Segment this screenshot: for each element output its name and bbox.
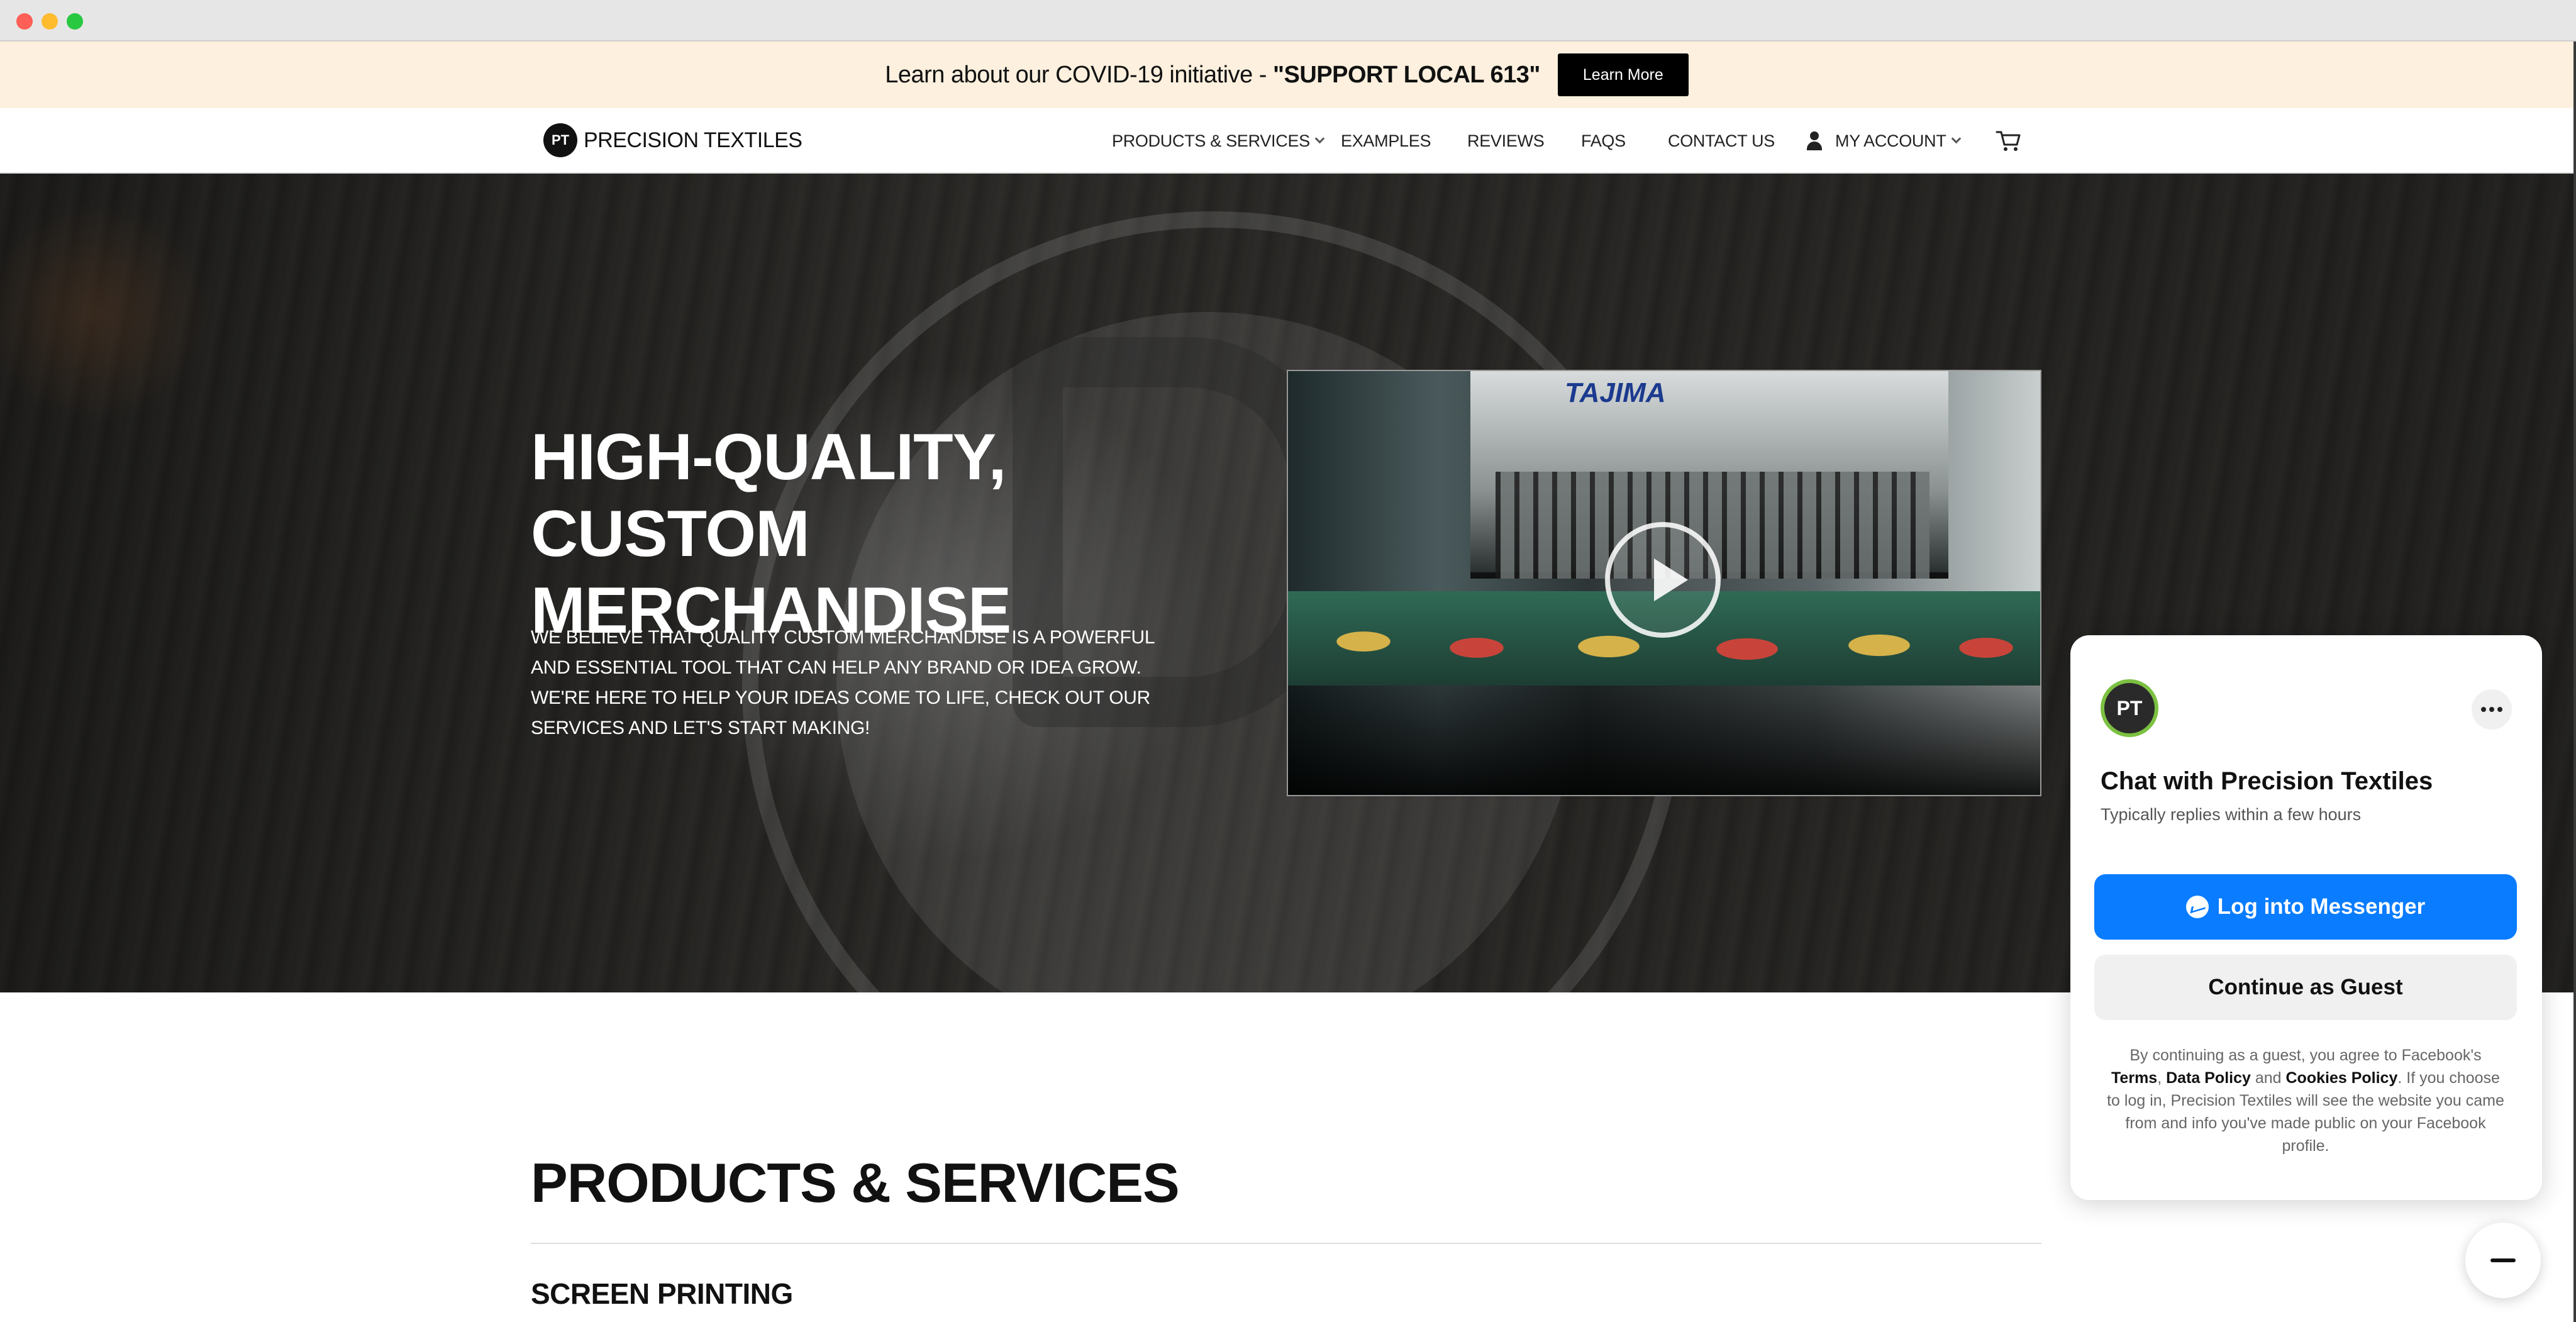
hero-description: WE BELIEVE THAT QUALITY CUSTOM MERCHANDI… bbox=[531, 627, 1155, 738]
cookies-policy-link[interactable]: Cookies Policy bbox=[2286, 1069, 2398, 1087]
more-dot-icon bbox=[2481, 707, 2486, 712]
hero-video[interactable]: TAJIMA bbox=[1287, 370, 2041, 796]
banner-text: Learn about our COVID-19 initiative - "S… bbox=[885, 62, 1540, 89]
cart-icon[interactable] bbox=[1995, 127, 2023, 155]
nav-products-services-label: PRODUCTS & SERVICES bbox=[1112, 131, 1310, 150]
more-dot-icon bbox=[2489, 707, 2494, 712]
continue-as-guest-button[interactable]: Continue as Guest bbox=[2094, 955, 2517, 1020]
more-dot-icon bbox=[2497, 707, 2502, 712]
nav-my-account[interactable]: MY ACCOUNT bbox=[1806, 108, 1961, 174]
service-title-screen-printing: SCREEN PRINTING bbox=[531, 1277, 793, 1310]
chevron-down-icon bbox=[1314, 133, 1325, 143]
chat-subtitle: Typically replies within a few hours bbox=[2101, 805, 2362, 824]
nav-faqs[interactable]: FAQS bbox=[1581, 108, 1626, 174]
nav-contact-us[interactable]: CONTACT US bbox=[1668, 108, 1775, 174]
learn-more-button[interactable]: Learn More bbox=[1557, 53, 1689, 96]
log-into-messenger-button[interactable]: Log into Messenger bbox=[2094, 874, 2517, 940]
section-divider bbox=[531, 1243, 2041, 1244]
legal-separator: , bbox=[2157, 1069, 2167, 1087]
data-policy-link[interactable]: Data Policy bbox=[2166, 1069, 2251, 1087]
minimize-chat-button[interactable] bbox=[2465, 1223, 2541, 1298]
products-section-title: PRODUCTS & SERVICES bbox=[531, 1152, 1180, 1214]
hero-title: HIGH-QUALITY, CUSTOM MERCHANDISE bbox=[531, 421, 1011, 647]
chevron-down-icon bbox=[1951, 133, 1961, 143]
nav-reviews[interactable]: REVIEWS bbox=[1467, 108, 1545, 174]
covid-banner: Learn about our COVID-19 initiative - "S… bbox=[0, 42, 2573, 108]
nav-products-services[interactable]: PRODUCTS & SERVICES bbox=[1112, 108, 1325, 174]
banner-text-prefix: Learn about our COVID-19 initiative - bbox=[885, 61, 1273, 88]
log-into-messenger-label: Log into Messenger bbox=[2217, 894, 2426, 919]
nav-my-account-label: MY ACCOUNT bbox=[1835, 131, 1946, 150]
zoom-window-button[interactable] bbox=[67, 13, 83, 30]
window-right-edge bbox=[2573, 42, 2576, 1322]
chat-legal-text: By continuing as a guest, you agree to F… bbox=[2107, 1044, 2504, 1157]
terms-link[interactable]: Terms bbox=[2111, 1069, 2157, 1087]
chat-avatar bbox=[2101, 679, 2158, 737]
legal-separator: and bbox=[2250, 1069, 2286, 1087]
messenger-chat-widget: Chat with Precision Textiles Typically r… bbox=[2070, 635, 2542, 1200]
main-nav: PRECISION TEXTILES PRODUCTS & SERVICES E… bbox=[0, 108, 2573, 174]
chat-title: Chat with Precision Textiles bbox=[2101, 767, 2433, 795]
minimize-window-button[interactable] bbox=[42, 13, 58, 30]
brand-logo-icon bbox=[543, 123, 577, 157]
brand-name: PRECISION TEXTILES bbox=[584, 128, 802, 152]
nav-examples[interactable]: EXAMPLES bbox=[1341, 108, 1431, 174]
legal-text-start: By continuing as a guest, you agree to F… bbox=[2129, 1047, 2482, 1064]
play-icon[interactable] bbox=[1605, 522, 1721, 638]
banner-text-highlight: "SUPPORT LOCAL 613" bbox=[1272, 61, 1540, 88]
title-bar bbox=[0, 0, 2576, 42]
video-machine-brand: TAJIMA bbox=[1565, 377, 1666, 408]
browser-window: Learn about our COVID-19 initiative - "S… bbox=[0, 0, 2576, 1322]
user-icon bbox=[1806, 131, 1823, 150]
messenger-icon bbox=[2185, 896, 2209, 918]
more-options-button[interactable] bbox=[2472, 689, 2512, 730]
brand-link[interactable]: PRECISION TEXTILES bbox=[543, 123, 802, 157]
close-window-button[interactable] bbox=[16, 13, 33, 30]
